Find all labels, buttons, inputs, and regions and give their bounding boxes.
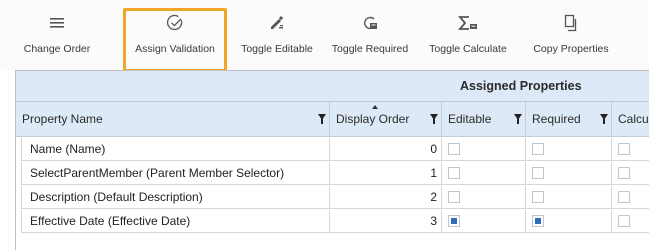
table-row[interactable]: Description (Default Description) 2 [16, 186, 649, 209]
calculate-checkbox[interactable] [618, 143, 630, 155]
table-row[interactable]: SelectParentMember (Parent Member Select… [16, 162, 649, 185]
column-header-display-order[interactable]: Display Order [330, 102, 442, 137]
toggle-calculate-button[interactable]: Toggle Calculate [425, 0, 511, 70]
required-checkbox[interactable] [532, 143, 544, 155]
column-label: Display Order [336, 112, 410, 126]
table-row[interactable]: Name (Name) 0 [16, 138, 649, 161]
calculate-checkbox[interactable] [618, 215, 630, 227]
sigma-icon [458, 12, 478, 34]
display-order-cell: 0 [430, 142, 437, 156]
display-order-cell: 1 [430, 166, 437, 180]
column-label: Property Name [22, 112, 103, 126]
group-header: Assigned Properties [16, 71, 649, 102]
column-header-property-name[interactable]: Property Name [16, 102, 330, 137]
copy-properties-button[interactable]: Copy Properties [530, 0, 612, 70]
toggle-required-label: Toggle Required [331, 43, 409, 55]
column-header-editable[interactable]: Editable [442, 102, 526, 137]
required-icon [361, 12, 379, 34]
change-order-label: Change Order [23, 43, 91, 55]
display-order-cell: 3 [430, 214, 437, 228]
selection-highlight [123, 8, 227, 72]
column-header-calculate[interactable]: Calcu [612, 102, 649, 137]
sort-ascending-icon [372, 105, 378, 109]
toggle-editable-button[interactable]: Toggle Editable [238, 0, 316, 70]
group-title: Assigned Properties [460, 79, 582, 93]
filter-icon[interactable] [430, 114, 438, 124]
calculate-checkbox[interactable] [618, 167, 630, 179]
column-label: Required [532, 112, 581, 126]
display-order-cell: 2 [430, 190, 437, 204]
property-name-cell: SelectParentMember (Parent Member Select… [30, 166, 285, 180]
toggle-required-button[interactable]: Toggle Required [329, 0, 411, 70]
table-row[interactable]: Effective Date (Effective Date) 3 [16, 210, 649, 233]
filter-icon[interactable] [514, 114, 522, 124]
toggle-calculate-label: Toggle Calculate [429, 43, 507, 55]
copy-icon [563, 12, 579, 34]
change-order-button[interactable]: Change Order [24, 0, 90, 70]
property-name-cell: Description (Default Description) [30, 190, 203, 204]
filter-icon[interactable] [318, 114, 326, 124]
edit-icon [268, 12, 286, 34]
toolbar: Change Order Assign Validation Toggle Ed… [0, 0, 649, 72]
column-label: Editable [448, 112, 492, 126]
column-label: Calcu [618, 112, 649, 126]
required-checkbox[interactable] [532, 167, 544, 179]
editable-checkbox[interactable] [448, 215, 460, 227]
toggle-editable-label: Toggle Editable [241, 43, 313, 55]
assigned-properties-grid: Assigned Properties Property Name Displa… [15, 70, 649, 250]
editable-checkbox[interactable] [448, 167, 460, 179]
calculate-checkbox[interactable] [618, 191, 630, 203]
property-name-cell: Name (Name) [30, 142, 106, 156]
property-name-cell: Effective Date (Effective Date) [30, 214, 191, 228]
required-checkbox[interactable] [532, 215, 544, 227]
editable-checkbox[interactable] [448, 191, 460, 203]
hamburger-icon [49, 12, 65, 34]
copy-properties-label: Copy Properties [533, 43, 609, 55]
filter-icon[interactable] [600, 114, 608, 124]
editable-checkbox[interactable] [448, 143, 460, 155]
required-checkbox[interactable] [532, 191, 544, 203]
column-header-required[interactable]: Required [526, 102, 612, 137]
